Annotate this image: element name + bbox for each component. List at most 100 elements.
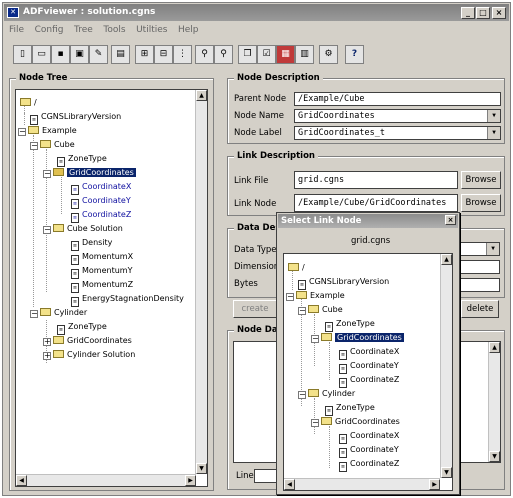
chevron-down-icon[interactable]: ▼: [487, 127, 500, 139]
tree-node-momentumy[interactable]: ≡ MomentumY: [71, 265, 132, 279]
collapse-icon[interactable]: −: [30, 310, 38, 318]
create-button[interactable]: create: [233, 300, 277, 318]
dialog-node-coordinatex[interactable]: ≡ CoordinateX: [339, 346, 399, 360]
tree-node-coordinatey[interactable]: ≡ CoordinateY: [71, 195, 131, 209]
browse-node-button[interactable]: Browse: [461, 194, 501, 212]
table-icon[interactable]: ▥: [295, 45, 314, 64]
collapse-icon[interactable]: −: [311, 419, 319, 427]
tree-node-cube[interactable]: − Cube: [30, 139, 75, 151]
scroll-down-icon[interactable]: ▼: [196, 463, 207, 474]
check-icon[interactable]: ☑: [257, 45, 276, 64]
new-file-icon[interactable]: ▯: [13, 45, 32, 64]
help-icon[interactable]: ?: [345, 45, 364, 64]
dialog-node-cgnslibraryversion[interactable]: ≡ CGNSLibraryVersion: [298, 276, 389, 290]
menu-help[interactable]: Help: [174, 23, 203, 37]
parent-node-field[interactable]: /Example/Cube: [294, 92, 501, 106]
tree-node-example[interactable]: − Example: [18, 125, 77, 137]
dialog-node-gridcoordinates-2[interactable]: − GridCoordinates: [311, 416, 400, 428]
dialog-horizontal-scrollbar[interactable]: ◀ ▶: [284, 478, 440, 490]
tree-node-energystagnationdensity[interactable]: ≡ EnergyStagnationDensity: [71, 293, 184, 307]
delete-button[interactable]: delete: [461, 300, 499, 318]
bytes-field[interactable]: [460, 278, 500, 292]
tree-node-coordinatex[interactable]: ≡ CoordinateX: [71, 181, 131, 195]
tree-node-cylinder-solution[interactable]: + Cylinder Solution: [43, 349, 135, 361]
scroll-up-icon[interactable]: ▲: [441, 254, 452, 265]
tree-node-cube-solution[interactable]: − Cube Solution: [43, 223, 123, 235]
save-icon[interactable]: ▪: [51, 45, 70, 64]
expand-icon[interactable]: +: [43, 338, 51, 346]
menu-config[interactable]: Config: [31, 23, 68, 37]
tree-node-cylinder[interactable]: − Cylinder: [30, 307, 87, 319]
dialog-title-bar[interactable]: Select Link Node ×: [278, 214, 458, 228]
save-as-icon[interactable]: ▣: [70, 45, 89, 64]
tree-node-zonetype[interactable]: ≡ ZoneType: [57, 153, 107, 167]
link-icon[interactable]: ⋮: [173, 45, 192, 64]
find-next-icon[interactable]: ⚲: [214, 45, 233, 64]
link-node-tree[interactable]: / ≡ CGNSLibraryVersion − Example − Cube ≡ Zo…: [283, 253, 453, 491]
dimension-field[interactable]: [460, 260, 500, 274]
scroll-up-icon[interactable]: ▲: [196, 90, 207, 101]
collapse-icon[interactable]: −: [311, 335, 319, 343]
open-folder-icon[interactable]: ▭: [32, 45, 51, 64]
dialog-vertical-scrollbar[interactable]: ▲ ▼: [440, 254, 452, 478]
data-type-combo[interactable]: ▼: [460, 242, 500, 256]
menu-tools[interactable]: Tools: [99, 23, 129, 37]
data-vertical-scrollbar[interactable]: ▲ ▼: [488, 342, 500, 462]
collapse-icon[interactable]: −: [30, 142, 38, 150]
collapse-icon[interactable]: −: [286, 293, 294, 301]
dialog-node-coordinatez-2[interactable]: ≡ CoordinateZ: [339, 458, 399, 472]
chevron-down-icon[interactable]: ▼: [486, 243, 499, 255]
collapse-tree-icon[interactable]: ⊟: [154, 45, 173, 64]
collapse-icon[interactable]: −: [18, 128, 26, 136]
view-icon[interactable]: ▤: [111, 45, 130, 64]
copy-icon[interactable]: ❐: [238, 45, 257, 64]
plot-icon[interactable]: ▦: [276, 45, 295, 64]
tree-node-cgnslibraryversion[interactable]: ≡ CGNSLibraryVersion: [30, 111, 121, 125]
menu-utilities[interactable]: Utilties: [132, 23, 171, 37]
tree-node-coordinatez[interactable]: ≡ CoordinateZ: [71, 209, 131, 223]
tree-node-root[interactable]: /: [20, 97, 37, 109]
scroll-down-icon[interactable]: ▼: [441, 467, 452, 478]
close-icon[interactable]: ×: [445, 215, 456, 225]
dialog-node-gridcoordinates[interactable]: − GridCoordinates: [311, 332, 404, 344]
expand-icon[interactable]: +: [43, 352, 51, 360]
settings-icon[interactable]: ⚙: [319, 45, 338, 64]
dialog-node-example[interactable]: − Example: [286, 290, 345, 302]
link-node-field[interactable]: /Example/Cube/GridCoordinates: [294, 194, 458, 212]
scroll-down-icon[interactable]: ▼: [489, 451, 500, 462]
close-button[interactable]: ×: [492, 7, 506, 19]
tree-node-gridcoordinates[interactable]: − GridCoordinates: [43, 167, 136, 179]
expand-tree-icon[interactable]: ⊞: [135, 45, 154, 64]
link-file-field[interactable]: grid.cgns: [294, 171, 458, 189]
scroll-left-icon[interactable]: ◀: [16, 475, 27, 486]
collapse-icon[interactable]: −: [298, 391, 306, 399]
node-label-combo[interactable]: GridCoordinates_t ▼: [294, 126, 501, 140]
collapse-icon[interactable]: −: [298, 307, 306, 315]
dialog-node-cylinder[interactable]: − Cylinder: [298, 388, 355, 400]
scroll-up-icon[interactable]: ▲: [489, 342, 500, 353]
scroll-right-icon[interactable]: ▶: [185, 475, 196, 486]
menu-tree[interactable]: Tree: [70, 23, 97, 37]
tree-node-momentumx[interactable]: ≡ MomentumX: [71, 251, 133, 265]
dialog-node-coordinatez[interactable]: ≡ CoordinateZ: [339, 374, 399, 388]
tree-horizontal-scrollbar[interactable]: ◀ ▶: [16, 474, 196, 486]
edit-icon[interactable]: ✎: [89, 45, 108, 64]
scroll-right-icon[interactable]: ▶: [429, 479, 440, 490]
tree-node-momentumz[interactable]: ≡ MomentumZ: [71, 279, 133, 293]
tree-node-density[interactable]: ≡ Density: [71, 237, 112, 251]
dialog-node-zonetype-2[interactable]: ≡ ZoneType: [325, 402, 375, 416]
node-name-combo[interactable]: GridCoordinates ▼: [294, 109, 501, 123]
tree-node-zonetype-2[interactable]: ≡ ZoneType: [57, 321, 107, 335]
chevron-down-icon[interactable]: ▼: [487, 110, 500, 122]
dialog-node-cube[interactable]: − Cube: [298, 304, 343, 316]
dialog-node-root[interactable]: /: [288, 262, 305, 274]
dialog-node-coordinatex-2[interactable]: ≡ CoordinateX: [339, 430, 399, 444]
dialog-node-zonetype[interactable]: ≡ ZoneType: [325, 318, 375, 332]
browse-file-button[interactable]: Browse: [461, 171, 501, 189]
tree-vertical-scrollbar[interactable]: ▲ ▼: [195, 90, 207, 474]
find-icon[interactable]: ⚲: [195, 45, 214, 64]
scroll-left-icon[interactable]: ◀: [284, 479, 295, 490]
node-tree[interactable]: / ≡ CGNSLibraryVersion − Example − Cube ≡ Zo…: [15, 89, 208, 487]
minimize-button[interactable]: _: [461, 7, 475, 19]
collapse-icon[interactable]: −: [43, 226, 51, 234]
